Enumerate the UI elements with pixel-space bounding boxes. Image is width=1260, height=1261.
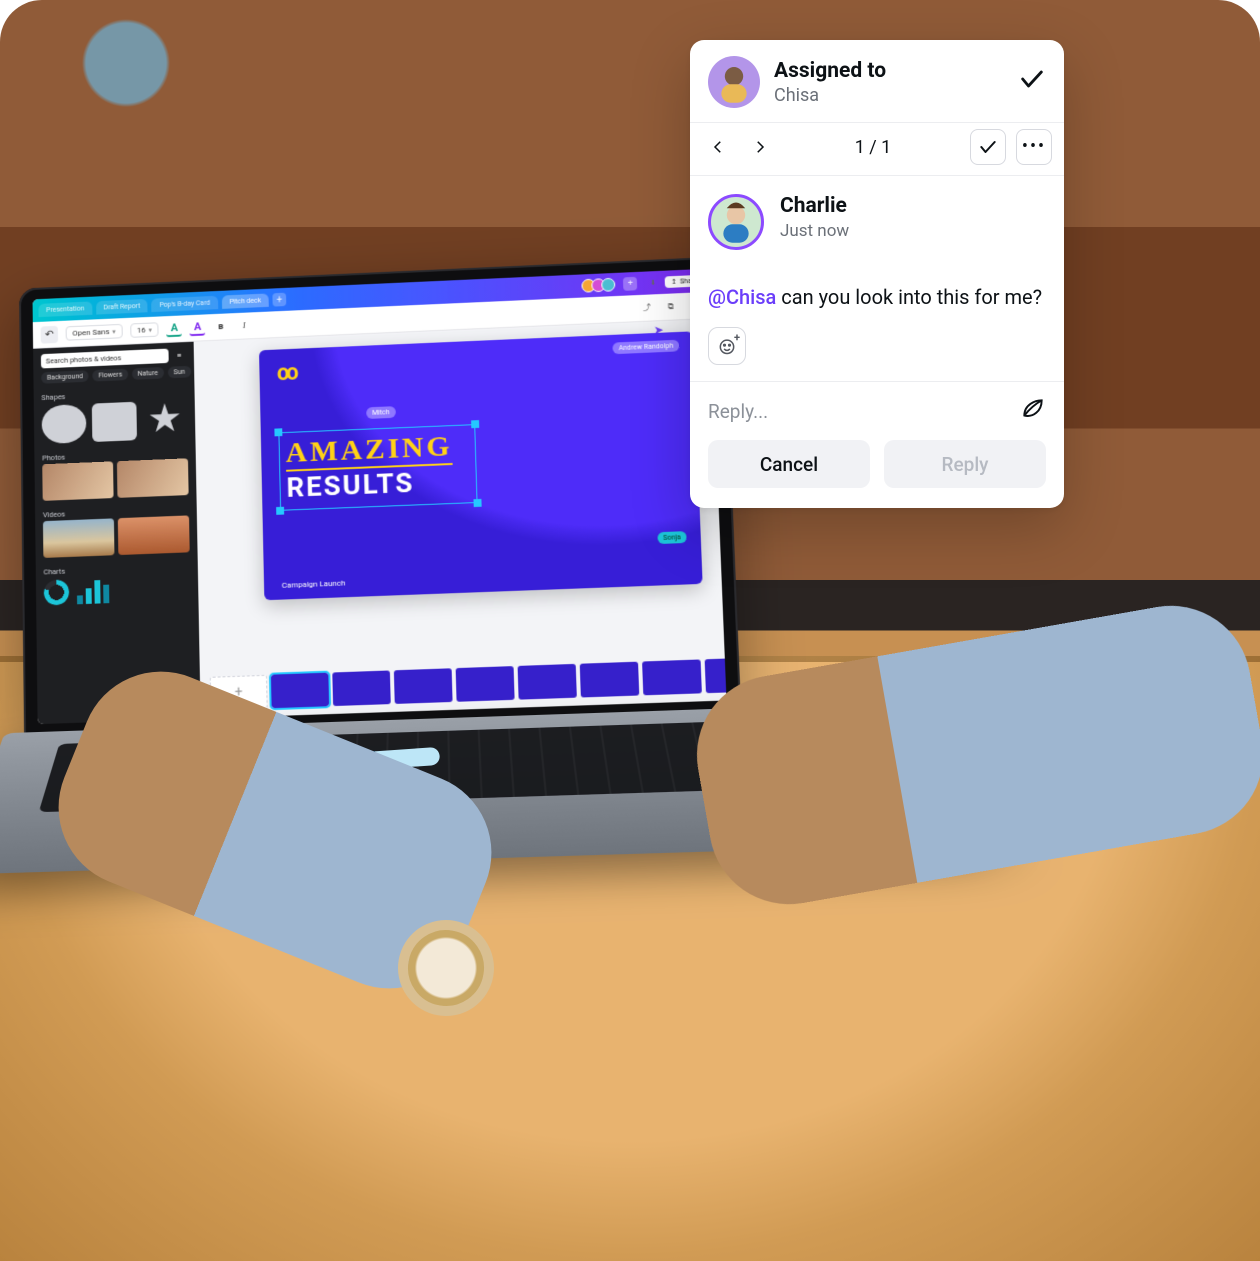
comment-timestamp: Just now (780, 221, 1046, 241)
new-tab-button[interactable]: + (273, 293, 287, 307)
tab-presentation[interactable]: Presentation (38, 301, 92, 317)
undo-button[interactable] (41, 325, 59, 343)
upload-icon[interactable]: ⤴ (639, 302, 655, 313)
mention[interactable]: @Chisa (708, 285, 776, 309)
presence-pill: Sonja (657, 531, 687, 544)
italic-button[interactable]: I (236, 318, 252, 334)
chip-flowers[interactable]: Flowers (92, 369, 128, 382)
shape-circle[interactable] (42, 404, 87, 444)
tab-draft-report[interactable]: Draft Report (96, 299, 148, 315)
slide-thumb[interactable] (271, 673, 329, 709)
video-thumb[interactable] (43, 518, 115, 558)
reply-input[interactable]: Reply... (708, 400, 1010, 423)
assignee-name: Chisa (774, 85, 1004, 106)
highlight-color-icon[interactable]: A (190, 320, 206, 336)
tab-bday-card[interactable]: Pop's B-day Card (152, 296, 218, 312)
slide[interactable]: OO Mitch Andrew Randolph Sonja AMAZING R… (259, 331, 703, 600)
comment-text: @Chisa can you look into this for me? (708, 282, 1046, 313)
headline-line-1: AMAZING (285, 430, 453, 472)
assigned-label: Assigned to (774, 59, 1004, 83)
chart-donut[interactable] (44, 579, 70, 605)
video-thumb[interactable] (118, 515, 190, 555)
slide-thumb[interactable] (456, 666, 515, 702)
resolve-check-icon[interactable] (1018, 65, 1046, 99)
comment-popover: Assigned to Chisa 1 / 1 ••• (690, 40, 1064, 508)
presence-pill: Mitch (366, 406, 395, 419)
slide-thumb[interactable] (580, 662, 640, 698)
add-reaction-button[interactable] (708, 327, 746, 365)
next-comment-button[interactable] (744, 131, 776, 163)
prev-comment-button[interactable] (702, 131, 734, 163)
mark-done-button[interactable] (970, 129, 1006, 165)
slide-thumb[interactable] (642, 659, 702, 695)
search-input[interactable]: Search photos & videos (41, 349, 169, 369)
text-color-icon[interactable]: A (166, 321, 182, 337)
font-family-value: Open Sans (72, 327, 109, 337)
bold-button[interactable]: B (213, 319, 229, 335)
comment-counter: 1 / 1 (786, 137, 960, 158)
photo-background: Presentation Draft Report Pop's B-day Ca… (0, 0, 1260, 1261)
more-options-button[interactable]: ••• (1016, 129, 1052, 165)
copy-icon[interactable]: ⧉ (663, 301, 679, 311)
chart-bars[interactable] (77, 578, 110, 605)
commenter-name: Charlie (780, 194, 1046, 218)
chip-nature[interactable]: Nature (132, 367, 164, 380)
slide-thumb[interactable] (394, 668, 453, 704)
download-icon[interactable]: ⬇ (645, 279, 661, 287)
font-family-select[interactable]: Open Sans ▾ (66, 324, 123, 341)
canvas-area: ➤ OO Mitch Andrew Randolph Sonja AMAZING… (194, 317, 727, 719)
assignee-avatar[interactable] (708, 56, 760, 108)
font-size-value: 16 (137, 326, 146, 335)
shape-rounded-square[interactable] (92, 402, 137, 442)
selected-text-frame[interactable]: AMAZING RESULTS (278, 424, 477, 511)
slide-thumb[interactable] (705, 657, 727, 693)
shape-star[interactable]: ★ (142, 400, 187, 440)
presence-pill: Andrew Randolph (613, 340, 680, 355)
slide-thumb[interactable] (332, 670, 390, 706)
design-editor: Presentation Draft Report Pop's B-day Ca… (33, 269, 727, 724)
chevron-down-icon: ▾ (112, 328, 116, 336)
cancel-button[interactable]: Cancel (708, 440, 870, 488)
chip-sun[interactable]: Sun (168, 366, 191, 379)
headline-line-2: RESULTS (286, 464, 470, 503)
slide-logo: OO (277, 364, 296, 385)
photo-thumb[interactable] (117, 458, 189, 498)
reply-button[interactable]: Reply (884, 440, 1046, 488)
filters-icon[interactable]: ≡ (172, 348, 186, 362)
slide-footer: Campaign Launch (282, 579, 346, 590)
comment-text-rest: can you look into this for me? (776, 285, 1042, 309)
chip-background[interactable]: Background (41, 370, 89, 384)
invite-button[interactable]: + (623, 277, 637, 291)
laptop-bezel: Presentation Draft Report Pop's B-day Ca… (19, 256, 742, 742)
photo-thumb[interactable] (42, 461, 113, 501)
commenter-avatar[interactable] (708, 194, 764, 250)
tab-pitch-deck[interactable]: Pitch deck (222, 293, 269, 308)
chevron-down-icon: ▾ (149, 326, 153, 334)
font-size-select[interactable]: 16 ▾ (130, 322, 159, 338)
assist-leaf-icon[interactable] (1020, 396, 1046, 426)
slide-thumb[interactable] (518, 664, 577, 700)
assets-sidebar: Search photos & videos ≡ Background Flow… (33, 342, 201, 724)
collaborator-avatars[interactable] (586, 278, 616, 293)
